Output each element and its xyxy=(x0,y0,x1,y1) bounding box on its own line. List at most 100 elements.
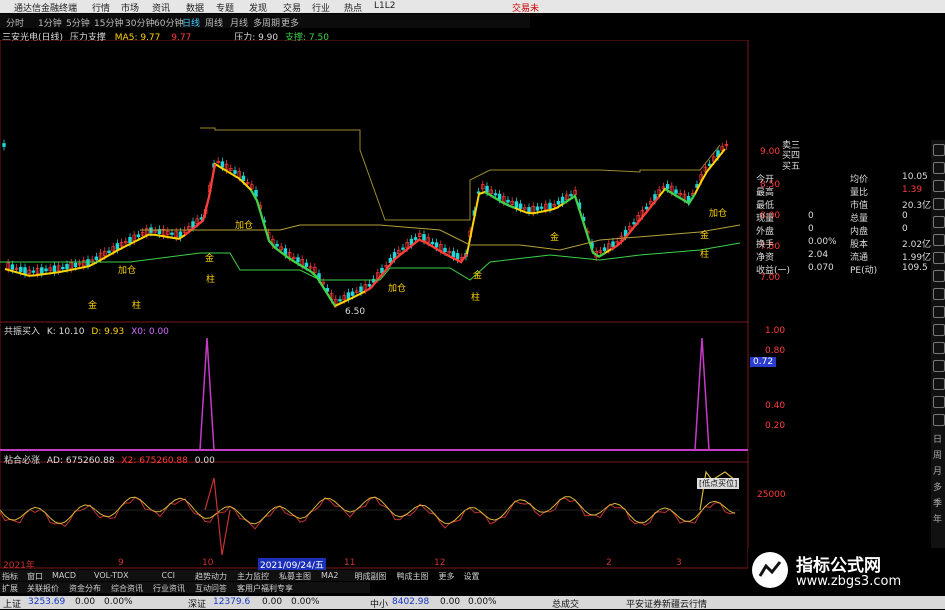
period-shortcut[interactable]: 多 xyxy=(933,480,942,493)
annotation-label: 金 xyxy=(88,301,98,311)
tab-item[interactable]: 互动问答 xyxy=(195,583,227,594)
tool-icon[interactable] xyxy=(933,360,945,372)
period-tab[interactable]: 1分钟 xyxy=(38,16,62,29)
tab-item[interactable]: 扩展 xyxy=(2,583,18,594)
period-shortcut[interactable]: 年 xyxy=(933,512,942,525)
tab-item[interactable]: 鸭成主图 xyxy=(397,571,429,582)
period-tab[interactable]: 60分钟 xyxy=(154,16,183,29)
tool-icon[interactable] xyxy=(933,270,945,282)
annotation-label: 加仓 xyxy=(235,221,254,231)
tool-icon[interactable] xyxy=(933,306,945,318)
candle-body xyxy=(241,175,246,182)
tab-item[interactable]: 关联报价 xyxy=(27,583,59,594)
period-tab[interactable]: 15分钟 xyxy=(94,16,123,29)
menu-item[interactable]: 行业 xyxy=(312,1,330,14)
watermark-url: www.zbgs3.com xyxy=(796,574,902,589)
candle-body xyxy=(434,242,439,248)
buy-signal-spike xyxy=(694,337,710,451)
tab-item[interactable]: 明成副图 xyxy=(355,571,387,582)
menu-item[interactable]: L1L2 xyxy=(374,1,395,11)
menu-item[interactable]: 发现 xyxy=(249,1,267,14)
pressure-tag[interactable]: [低点买位] xyxy=(697,478,740,489)
tab-item[interactable]: 设置 xyxy=(464,571,480,582)
tab-item[interactable]: 趋势动力 xyxy=(195,571,227,582)
candle-body xyxy=(107,250,111,253)
candle-body xyxy=(40,267,44,274)
tool-icon[interactable] xyxy=(933,198,945,210)
tab-item[interactable]: 资金分布 xyxy=(69,583,101,594)
tool-icon[interactable] xyxy=(933,162,945,174)
menu-item[interactable]: 行情 xyxy=(92,1,110,14)
period-tab[interactable]: 分时 xyxy=(6,16,24,29)
tool-icon[interactable] xyxy=(933,252,945,264)
menu-item[interactable]: 热点 xyxy=(344,1,362,14)
period-tab-selected[interactable]: 日线 xyxy=(182,16,200,29)
candle-body xyxy=(65,264,69,270)
sh-change: 0.00 xyxy=(75,597,96,607)
menu-item[interactable]: 数据 xyxy=(186,1,204,14)
candle-body xyxy=(94,256,99,261)
tab-item[interactable]: 私募主图 xyxy=(279,571,311,582)
menu-item[interactable]: 专题 xyxy=(216,1,234,14)
menu-item[interactable]: 交易 xyxy=(283,1,301,14)
tool-icon[interactable] xyxy=(933,288,945,300)
tab-item[interactable]: 行业资讯 xyxy=(153,583,185,594)
period-shortcut[interactable]: 周 xyxy=(933,448,942,461)
tool-icon[interactable] xyxy=(933,144,945,156)
tab-item[interactable]: 窗口 xyxy=(27,571,43,582)
candle-body xyxy=(527,207,531,213)
tab-item[interactable]: MA2 xyxy=(321,571,338,580)
quote-cell: PE(动) xyxy=(850,266,878,276)
trade-menu[interactable]: 交易未 xyxy=(512,1,539,14)
period-tab[interactable]: 月线 xyxy=(230,16,248,29)
tool-icon[interactable] xyxy=(933,180,945,192)
candle-body xyxy=(31,270,36,273)
sz-value: 12379.6 xyxy=(213,597,251,607)
candle-body xyxy=(115,243,120,250)
tool-icon[interactable] xyxy=(933,414,945,426)
candle-body xyxy=(611,241,615,247)
tab-item[interactable]: 主力监控 xyxy=(237,571,269,582)
candle-body xyxy=(485,185,489,193)
period-tab[interactable]: 更多 xyxy=(281,16,299,29)
quote-row: 收益(一) 0.070 PE(动) 109.5 xyxy=(752,263,932,276)
menu-item[interactable]: 资讯 xyxy=(152,1,170,14)
sh-amount: 0.00% xyxy=(104,597,133,607)
tab-item[interactable]: 更多 xyxy=(439,571,455,582)
tool-icon[interactable] xyxy=(933,324,945,336)
candle-body xyxy=(350,291,355,296)
annotation-label: 柱 xyxy=(132,301,142,311)
candle-body xyxy=(497,193,502,200)
quote-cell: 总量 xyxy=(850,214,869,224)
period-tab[interactable]: 多周期 xyxy=(253,16,280,29)
candle-body xyxy=(422,234,426,241)
tool-icon[interactable] xyxy=(933,378,945,390)
quote-row: 最低 市值 20.3亿 xyxy=(752,198,932,211)
tool-icon[interactable] xyxy=(933,216,945,228)
news-ticker[interactable]: 平安证券新疆云行情 xyxy=(626,597,707,610)
candle-body xyxy=(632,222,636,225)
candle-body xyxy=(506,199,510,203)
period-shortcut[interactable]: 月 xyxy=(933,464,942,477)
tab-item[interactable]: 综合资讯 xyxy=(111,583,143,594)
tab-item[interactable]: 客用户福利专享 xyxy=(237,583,293,594)
extension-tabs: 扩展 关联报价 资金分布 综合资讯 行业资讯 互动问答 客用户福利专享 xyxy=(0,582,370,593)
period-tab[interactable]: 周线 xyxy=(205,16,223,29)
tool-icon[interactable] xyxy=(933,234,945,246)
candle-body xyxy=(233,170,237,174)
annotation-label: 加仓 xyxy=(709,209,728,219)
period-toolbar: 分时 1分钟 5分钟 15分钟 30分钟 60分钟 日线 周线 月线 多周期 更… xyxy=(0,14,530,29)
tool-icon[interactable] xyxy=(933,342,945,354)
period-tab[interactable]: 5分钟 xyxy=(66,16,90,29)
menu-item[interactable]: 市场 xyxy=(121,1,139,14)
quote-row: 换手 0.00% 股本 2.02亿 xyxy=(752,237,932,250)
quote-cell: 外盘 xyxy=(756,227,775,237)
tab-item[interactable]: 指标 xyxy=(2,571,18,582)
period-shortcut[interactable]: 季 xyxy=(933,496,942,509)
tab-item[interactable]: CCI xyxy=(162,571,176,580)
period-shortcut[interactable]: 日 xyxy=(933,432,942,445)
tab-item[interactable]: VOL-TDX xyxy=(94,571,129,580)
tab-item[interactable]: MACD xyxy=(52,571,76,580)
period-tab[interactable]: 30分钟 xyxy=(125,16,154,29)
tool-icon[interactable] xyxy=(933,396,945,408)
